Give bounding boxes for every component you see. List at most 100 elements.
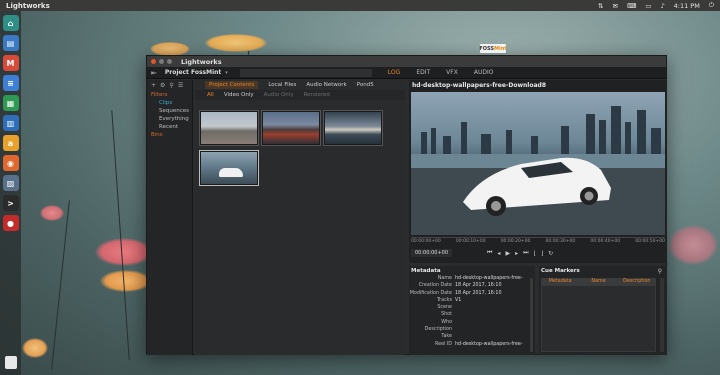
tab-pond5[interactable]: Pond5	[357, 82, 374, 88]
lightworks-icon[interactable]: ●	[2, 215, 19, 231]
viewer-clip-title: hd-desktop-wallpapers-free-Download8	[412, 82, 547, 89]
filter-all[interactable]: All	[207, 92, 214, 98]
flower-decoration	[668, 225, 718, 265]
cue-column-name[interactable]: Name	[579, 278, 617, 285]
gear-icon[interactable]: ⚙	[160, 82, 165, 89]
filter-video-only[interactable]: Video Only	[224, 92, 254, 98]
project-name: Project FossMint	[164, 69, 222, 76]
metadata-value[interactable]	[455, 304, 527, 311]
minimize-button[interactable]	[159, 59, 164, 64]
clock[interactable]: 4:11 PM	[674, 2, 700, 10]
files-blue-icon[interactable]: ▥	[2, 115, 19, 131]
clip-thumbnail[interactable]	[261, 110, 321, 146]
filter-item-sequences[interactable]: Sequences	[147, 107, 192, 115]
transport-controls: 00:00:00+00 ⏮ ◂ ▶ ▸ ⏭ ⌊ ⌋ ↻	[411, 246, 665, 260]
metadata-value[interactable]	[455, 333, 527, 340]
logo-prefix: FOSS	[479, 45, 495, 52]
fossmint-logo: FOSS Mint	[479, 44, 507, 53]
active-app-title: Lightworks	[6, 1, 50, 10]
docs-icon[interactable]: ≡	[2, 75, 19, 91]
clip-thumbnail[interactable]	[199, 110, 259, 146]
metadata-key: Shot	[441, 312, 452, 318]
cue-scrollbar[interactable]	[660, 278, 664, 352]
metadata-value[interactable]	[455, 326, 527, 333]
skip-forward-icon[interactable]: ⏭	[523, 249, 528, 257]
add-icon[interactable]: +	[151, 82, 156, 89]
battery-icon[interactable]: ▭	[645, 2, 651, 10]
metadata-key: Take	[441, 334, 452, 340]
skip-back-icon[interactable]: ⏮	[487, 249, 492, 257]
volume-icon[interactable]: ♪	[660, 2, 664, 10]
cue-column-metadata[interactable]: Metadata	[541, 278, 579, 285]
search-icon[interactable]: ⚲	[169, 82, 173, 89]
mode-tabs: LOG EDIT VFX AUDIO	[380, 69, 502, 76]
metadata-row: Take	[409, 333, 535, 340]
trash-icon[interactable]	[4, 356, 17, 369]
step-back-icon[interactable]: ◂	[497, 250, 500, 257]
metadata-key: Who	[441, 319, 452, 325]
mail-tray-icon[interactable]: ✉	[612, 2, 617, 10]
tab-local-files[interactable]: Local Files	[268, 82, 296, 88]
filter-audio-only[interactable]: Audio Only	[264, 92, 294, 98]
timeline-ruler[interactable]: 00:00:00+00 00:00:10+00 00:00:20+00 00:00:3…	[411, 237, 665, 245]
mail-icon[interactable]: M	[2, 55, 19, 71]
power-icon[interactable]: ⏻	[709, 1, 714, 10]
software-icon[interactable]: ◉	[2, 155, 19, 171]
amazon-icon[interactable]: a	[2, 135, 19, 151]
cue-column-description[interactable]: Description	[618, 278, 656, 285]
filter-rendered[interactable]: Rendered	[304, 92, 330, 98]
video-frame[interactable]	[411, 92, 665, 235]
browser-tabs: Project Contents Local Files Audio Network…	[195, 80, 405, 90]
exit-project-icon[interactable]: ⇤	[151, 69, 157, 77]
tab-project-contents[interactable]: Project Contents	[205, 81, 259, 89]
filter-item-clips[interactable]: Clips	[147, 99, 192, 107]
close-button[interactable]	[151, 59, 156, 64]
play-icon[interactable]: ▶	[505, 250, 510, 257]
terminal-icon[interactable]: >	[2, 195, 19, 211]
keyboard-icon[interactable]: ⌨	[627, 2, 636, 10]
metadata-value[interactable]: 18 Apr 2017, 16:10	[455, 290, 527, 297]
timecode-tick: 00:00:00+00	[411, 239, 441, 244]
clip-thumbnail[interactable]	[323, 110, 383, 146]
cue-table-header: Metadata Name Description	[541, 278, 656, 285]
cue-table[interactable]	[541, 285, 656, 352]
metadata-scrollbar[interactable]	[530, 278, 533, 352]
photos-icon[interactable]: ▨	[2, 175, 19, 191]
metadata-value[interactable]	[455, 311, 527, 318]
mark-in-icon[interactable]: ⌊	[533, 250, 535, 257]
bins-toolbar: + ⚙ ⚲ ☰	[147, 80, 192, 91]
chevron-down-icon[interactable]: ▾	[225, 70, 228, 76]
step-forward-icon[interactable]: ▸	[515, 250, 518, 257]
loop-icon[interactable]: ↻	[548, 250, 553, 257]
current-timecode[interactable]: 00:00:00+00	[411, 249, 453, 257]
bins-header[interactable]: Bins	[147, 131, 192, 139]
metadata-row: Scene	[409, 304, 535, 311]
tab-audio[interactable]: AUDIO	[466, 69, 502, 76]
files-icon[interactable]: ▤	[2, 35, 19, 51]
filters-header[interactable]: Filters	[147, 91, 192, 99]
metadata-value[interactable]	[455, 319, 527, 326]
metadata-key: Description	[424, 327, 452, 333]
tab-audio-network[interactable]: Audio Network	[306, 82, 346, 88]
filter-item-everything[interactable]: Everything	[147, 115, 192, 123]
metadata-value[interactable]: V1	[455, 297, 527, 304]
sheets-icon[interactable]: ▦	[2, 95, 19, 111]
home-icon[interactable]: ⌂	[2, 15, 19, 31]
list-view-icon[interactable]: ☰	[178, 82, 183, 89]
metadata-key: Creation Date	[418, 283, 452, 289]
tab-edit[interactable]: EDIT	[408, 69, 438, 76]
metadata-value[interactable]: hd-desktop-wallpapers-free-	[455, 275, 527, 282]
tab-vfx[interactable]: VFX	[438, 69, 466, 76]
metadata-row: Creation Date 18 Apr 2017, 16:10	[409, 282, 535, 289]
clip-thumbnail[interactable]	[199, 150, 259, 186]
mark-out-icon[interactable]: ⌋	[541, 250, 543, 257]
tab-log[interactable]: LOG	[380, 69, 409, 76]
network-icon[interactable]: ⇅	[598, 2, 603, 10]
flower-decoration	[22, 338, 48, 358]
metadata-value[interactable]: hd-desktop-wallpapers-free-	[455, 341, 527, 348]
search-input[interactable]	[239, 68, 372, 77]
filter-item-recent[interactable]: Recent	[147, 123, 192, 131]
metadata-value[interactable]: 18 Apr 2017, 16:10	[455, 282, 527, 289]
search-icon[interactable]: ⚲	[658, 268, 662, 275]
maximize-button[interactable]	[167, 59, 172, 64]
